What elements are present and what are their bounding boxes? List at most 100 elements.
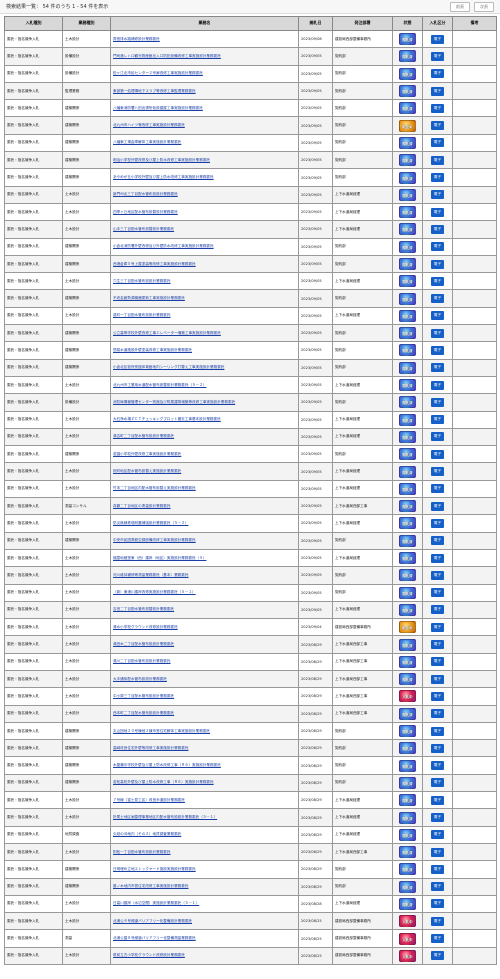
status-badge-icon[interactable]: 開札済 [399, 742, 416, 755]
project-link[interactable]: 日高川護岸（水辺空間）実施設計業務委託（５－１） [113, 901, 199, 905]
bid-class-button[interactable]: 電子 [430, 311, 445, 321]
status-badge-icon[interactable]: 取止め [399, 621, 416, 634]
project-link[interactable]: 小倉北消防署外壁改修及び外壁防水改修工事実施設計業務委託 [113, 244, 214, 248]
status-badge-icon[interactable]: 開札済 [399, 275, 416, 288]
project-link[interactable]: あやめが丘小学校外壁及び屋上防水改修工事実施設計業務委託 [113, 175, 214, 179]
project-link[interactable]: 山手三丁目配水管布設替設計業務委託 [113, 227, 174, 231]
project-link[interactable]: 若園小学校外壁改修工事実施設計業務委託 [113, 452, 181, 456]
project-link[interactable]: 八幡東工場倉庫解体工事実施設計業務委託 [113, 140, 181, 144]
project-link[interactable]: 防災無線鉄塔耐震補強設計業務委託（５－２） [113, 521, 188, 525]
project-link[interactable]: 竹末二丁目地区内配水管布設替え実施設計業務委託 [113, 486, 196, 490]
bid-class-button[interactable]: 電子 [430, 899, 445, 909]
project-link[interactable]: ７号線（富士見工区）改良歩道設計業務委託 [113, 798, 185, 802]
project-link[interactable]: 若松高校外壁及び屋上防水改修工事（Ｒ６）実施設計業務委託 [113, 780, 214, 784]
status-badge-icon[interactable]: 開札済 [399, 517, 416, 530]
status-badge-icon[interactable]: 開札済 [399, 344, 416, 357]
bid-class-button[interactable]: 電子 [430, 605, 445, 615]
status-badge-icon[interactable]: 開札済 [399, 552, 416, 565]
bid-class-button[interactable]: 電子 [430, 864, 445, 874]
status-badge-icon[interactable]: 開札済 [399, 828, 416, 841]
project-link[interactable]: 高崎改良住宅外壁等改修工事実施設計業務委託 [113, 746, 188, 750]
status-badge-icon[interactable]: 入札中 [399, 932, 416, 945]
status-badge-icon[interactable]: 開札済 [399, 725, 416, 738]
project-link[interactable]: 明治小学校外壁改修及び屋上防水改修工事実施設計業務委託 [113, 158, 210, 162]
bid-class-button[interactable]: 電子 [430, 259, 445, 269]
project-link[interactable]: 折尾土地区画整理事業地区内配水管布設設計業務委託（５－１） [113, 815, 217, 819]
status-badge-icon[interactable]: 入札中 [399, 690, 416, 703]
project-link[interactable]: 吉田二丁目配水管布設替設計業務委託 [113, 607, 174, 611]
status-badge-icon[interactable]: 開札済 [399, 655, 416, 668]
project-link[interactable]: 福童地蔵堂東（西）護岸（地区）実施設計業務委託（５） [113, 556, 206, 560]
bid-class-button[interactable]: 電子 [430, 847, 445, 857]
bid-class-button[interactable]: 電子 [430, 570, 445, 580]
project-link[interactable]: 穴生三丁目配水管布設設計業務委託 [113, 279, 171, 283]
project-link[interactable]: 北浦公園８号緑道バリアフリー化整備測量業務委託 [113, 936, 196, 940]
status-badge-icon[interactable]: 開札済 [399, 863, 416, 876]
status-badge-icon[interactable]: 開札済 [399, 482, 416, 495]
status-badge-icon[interactable]: 開札済 [399, 603, 416, 616]
bid-class-button[interactable]: 電子 [430, 34, 445, 44]
status-badge-icon[interactable]: 開札済 [399, 50, 416, 63]
status-badge-icon[interactable]: 開札済 [399, 223, 416, 236]
project-link[interactable]: 久岐の沖地内（その２）地質調査業務委託 [113, 832, 181, 836]
bid-class-button[interactable]: 電子 [430, 709, 445, 719]
project-link[interactable]: 河川維持補修等測量業務委託（基本）業務委託 [113, 573, 188, 577]
bid-class-button[interactable]: 電子 [430, 916, 445, 926]
status-badge-icon[interactable]: 開札済 [399, 327, 416, 340]
project-link[interactable]: 八幡東消防署八田出張所仮設建屋工事実施設計業務委託 [113, 106, 203, 110]
project-link[interactable]: 松ヶ江北市民センター２号扉改修工事実施設計業務委託 [113, 71, 203, 75]
status-badge-icon[interactable]: 開札済 [399, 396, 416, 409]
bid-class-button[interactable]: 電子 [430, 155, 445, 165]
project-link[interactable]: 東部第一処理場地下スラブ等改修工事監理業務委託 [113, 89, 196, 93]
status-badge-icon[interactable]: 開札済 [399, 897, 416, 910]
project-link[interactable]: 北九州市ハイツ等改修工事実施設計業務委託 [113, 123, 185, 127]
status-badge-icon[interactable]: 開札済 [399, 292, 416, 305]
bid-class-button[interactable]: 電子 [430, 691, 445, 701]
bid-class-button[interactable]: 電子 [430, 69, 445, 79]
status-badge-icon[interactable]: 開札済 [399, 811, 416, 824]
project-link[interactable]: 門司港レトロ観光物産館出入口防犯設備改修工事実施設計業務委託 [113, 54, 221, 58]
bid-class-button[interactable]: 電子 [430, 951, 445, 961]
status-badge-icon[interactable]: 開札済 [399, 206, 416, 219]
project-link[interactable]: 消防局情報管理センター別館及び附属建物増築等改修工事実施設計業務委託 [113, 400, 235, 404]
project-link[interactable]: 霧島排水路補修設計業務委託 [113, 37, 160, 41]
project-link[interactable]: 小倉北区役所別館体育館地内シーリング打替え工事実施設計業務委託 [113, 365, 224, 369]
bid-class-button[interactable]: 電子 [430, 934, 445, 944]
project-link[interactable]: 湯川二丁目配水管布設設計業務委託 [113, 659, 171, 663]
bid-class-button[interactable]: 電子 [430, 276, 445, 286]
project-link[interactable]: 大石浄水場ＺＣＴチェッキングプロット撤去工事基本設計業務委託 [113, 417, 221, 421]
bid-class-button[interactable]: 電子 [430, 778, 445, 788]
bid-class-button[interactable]: 電子 [430, 415, 445, 425]
project-link[interactable]: 清水小学校グラウンド改修設計業務委託 [113, 625, 178, 629]
project-link[interactable]: 公立高等学校外壁改修工事エレベーター増築工事実施設計業務委託 [113, 331, 221, 335]
status-badge-icon[interactable]: 開札済 [399, 154, 416, 167]
status-badge-icon[interactable]: 取止め [399, 119, 416, 132]
status-badge-icon[interactable]: 入札中 [399, 949, 416, 962]
project-link[interactable]: 北九州市工業用水道配水管布設替設計業務委託（５－２） [113, 383, 206, 387]
bid-class-button[interactable]: 電子 [430, 588, 445, 598]
project-link[interactable]: 不老会館熱源機器更新工事実施設計業務委託 [113, 296, 185, 300]
project-link[interactable]: 西港倉庫５号上屋塗装等改修工事実施設計業務委託 [113, 262, 196, 266]
project-link[interactable]: 日明埋め立地ストックヤード施設実施設計業務委託 [113, 867, 196, 871]
status-badge-icon[interactable]: 開札済 [399, 846, 416, 859]
status-badge-icon[interactable]: 開札済 [399, 240, 416, 253]
bid-class-button[interactable]: 電子 [430, 657, 445, 667]
project-link[interactable]: 木屋瀬中学校外壁及び屋上防水改修工事（Ｒ６）実施設計業務委託 [113, 763, 221, 767]
bid-class-button[interactable]: 電子 [430, 86, 445, 96]
status-badge-icon[interactable]: 開札済 [399, 673, 416, 686]
bid-class-button[interactable]: 電子 [430, 743, 445, 753]
bid-class-button[interactable]: 電子 [430, 397, 445, 407]
status-badge-icon[interactable]: 開札済 [399, 171, 416, 184]
bid-class-button[interactable]: 電子 [430, 467, 445, 477]
bid-class-button[interactable]: 電子 [430, 121, 445, 131]
bid-class-button[interactable]: 電子 [430, 501, 445, 511]
status-badge-icon[interactable]: 開札済 [399, 258, 416, 270]
bid-class-button[interactable]: 電子 [430, 242, 445, 252]
bid-class-button[interactable]: 電子 [430, 536, 445, 546]
project-link[interactable]: 中央市民図書館空調設備改修工事実施設計業務委託 [113, 538, 196, 542]
bid-class-button[interactable]: 電子 [430, 363, 445, 373]
status-badge-icon[interactable]: 開札済 [399, 309, 416, 322]
bid-class-button[interactable]: 電子 [430, 640, 445, 650]
status-badge-icon[interactable]: 開札済 [399, 188, 416, 201]
status-badge-icon[interactable]: 開札済 [399, 33, 416, 46]
